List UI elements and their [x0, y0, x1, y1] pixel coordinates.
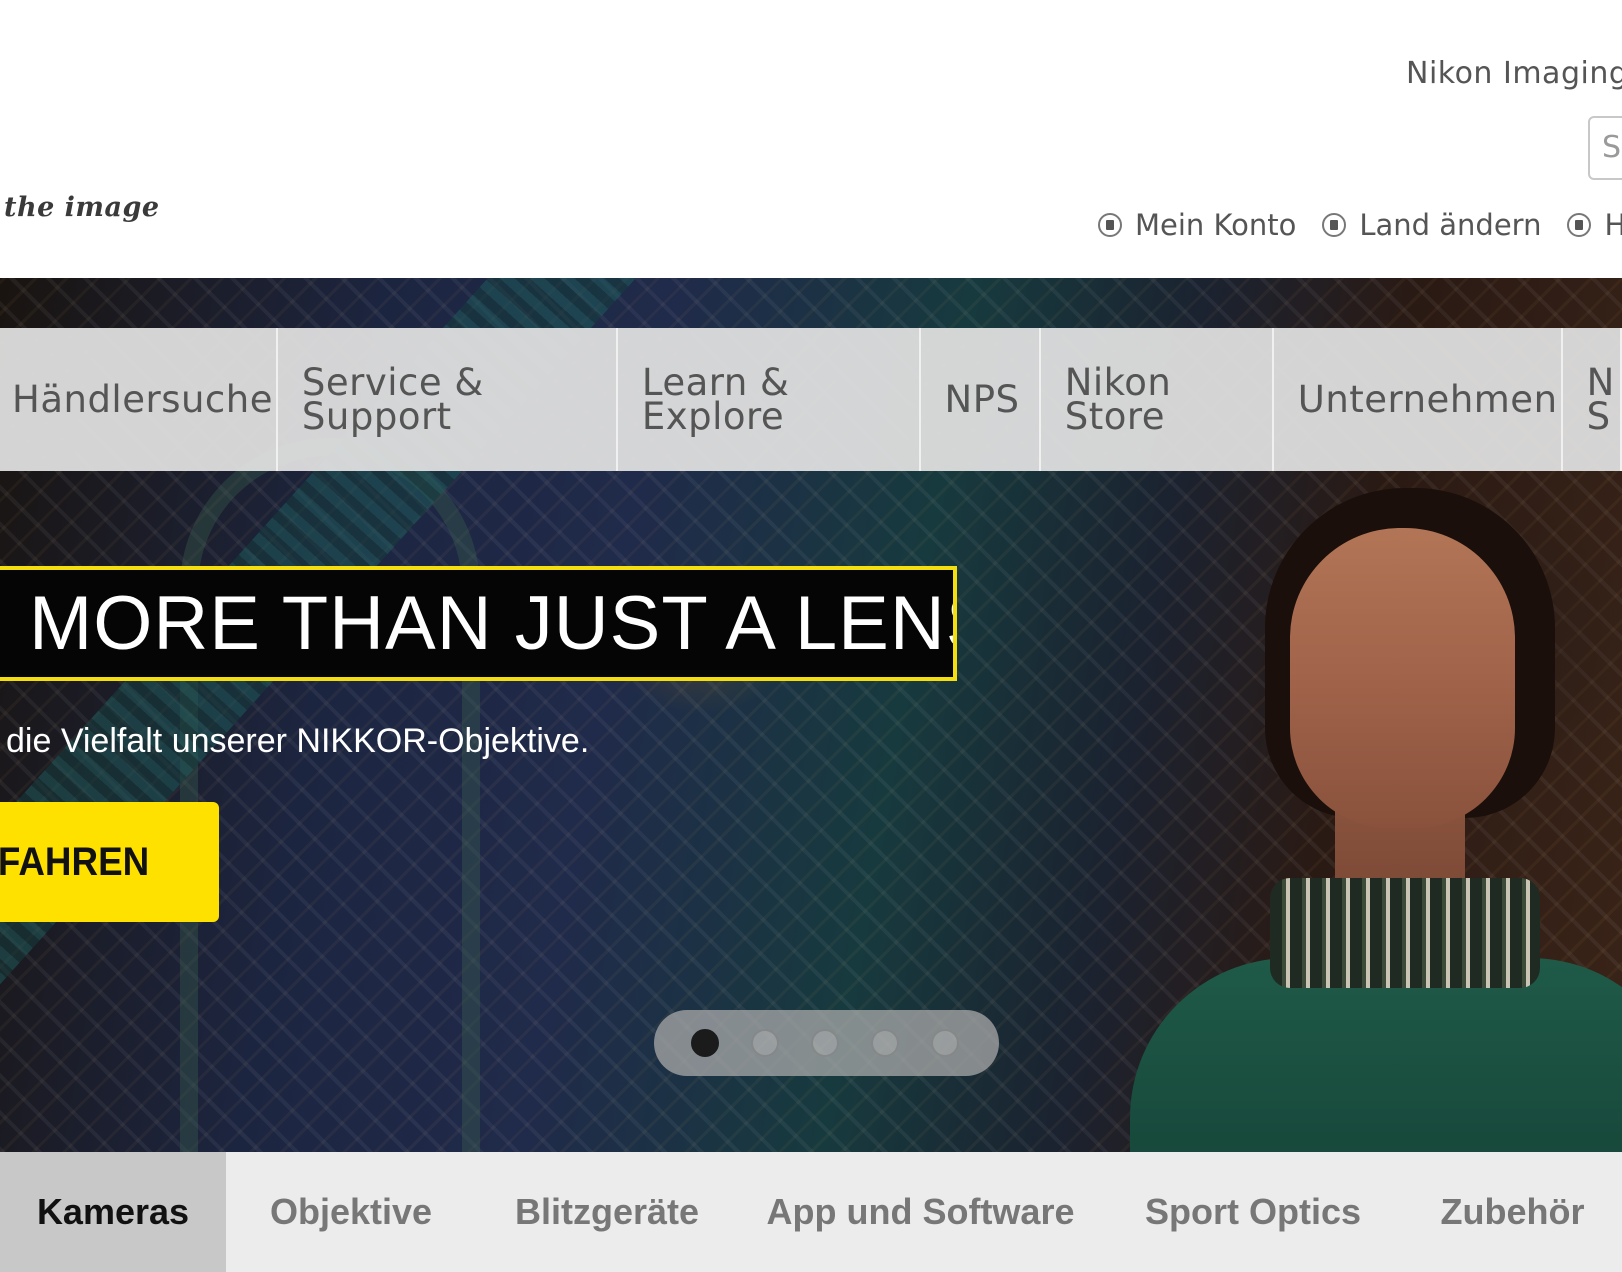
nav-item-service-support[interactable]: Service & Support — [278, 328, 618, 471]
nav-item-nikon-store[interactable]: Nikon Store — [1041, 328, 1274, 471]
site-header: the image Nikon Imaging Mein Konto Land … — [0, 0, 1622, 278]
tab-label: Objektive — [269, 1191, 433, 1232]
tab-objektive[interactable]: Objektive — [226, 1152, 476, 1272]
search-box[interactable] — [1588, 116, 1622, 180]
page: the image Nikon Imaging Mein Konto Land … — [0, 0, 1622, 1272]
tab-blitzgeraete[interactable]: Blitzgeräte — [476, 1152, 738, 1272]
carousel-dot[interactable] — [931, 1029, 959, 1057]
dealer-link[interactable]: Hä — [1567, 208, 1622, 242]
main-navigation: Händlersuche Service & Support Learn & E… — [0, 328, 1622, 471]
tab-app-software[interactable]: App und Software — [738, 1152, 1103, 1272]
nav-item-nps[interactable]: NPS — [921, 328, 1041, 471]
tab-label: Kameras — [36, 1191, 190, 1232]
nav-item-label: Service & Support — [301, 360, 484, 438]
nav-item-label: N S — [1586, 360, 1615, 438]
arrow-bullet-icon — [1098, 213, 1122, 237]
carousel-dot[interactable] — [751, 1029, 779, 1057]
carousel-dot[interactable] — [691, 1029, 719, 1057]
nav-item-label: NPS — [944, 377, 1020, 421]
hero-model-image — [1110, 488, 1622, 1152]
nav-item-more[interactable]: N S — [1563, 328, 1622, 471]
hero-headline: MORE THAN JUST A LENS — [29, 581, 957, 666]
logo-tagline[interactable]: the image — [4, 192, 160, 223]
site-name[interactable]: Nikon Imaging — [1406, 56, 1622, 91]
tab-sport-optics[interactable]: Sport Optics — [1103, 1152, 1403, 1272]
carousel-dot[interactable] — [811, 1029, 839, 1057]
nav-item-dealer-search[interactable]: Händlersuche — [0, 328, 278, 471]
util-link-label: Hä — [1604, 208, 1622, 242]
nav-item-label: Nikon Store — [1064, 360, 1172, 438]
tab-kameras[interactable]: Kameras — [0, 1152, 226, 1272]
hero-subline: die Vielfalt unserer NIKKOR-Objektive. — [6, 722, 590, 760]
nav-item-company[interactable]: Unternehmen — [1274, 328, 1563, 471]
util-link-label: Mein Konto — [1135, 208, 1297, 242]
utility-links: Mein Konto Land ändern Hä — [1098, 208, 1622, 242]
util-link-label: Land ändern — [1359, 208, 1542, 242]
my-account-link[interactable]: Mein Konto — [1098, 208, 1296, 242]
tab-zubehoer[interactable]: Zubehör — [1403, 1152, 1622, 1272]
search-input[interactable] — [1590, 118, 1622, 176]
carousel-indicator — [654, 1010, 999, 1076]
arrow-bullet-icon — [1322, 213, 1347, 237]
nav-item-label: Händlersuche — [12, 377, 273, 421]
tab-label: Blitzgeräte — [514, 1191, 700, 1232]
learn-more-button[interactable]: AFAHREN — [0, 802, 219, 922]
carousel-dot[interactable] — [871, 1029, 899, 1057]
category-tabs: Kameras Objektive Blitzgeräte App und So… — [0, 1152, 1622, 1272]
nav-item-label: Learn & Explore — [641, 360, 790, 438]
change-country-link[interactable]: Land ändern — [1322, 208, 1541, 242]
hero-headline-box: MORE THAN JUST A LENS — [0, 566, 957, 681]
nav-item-learn-explore[interactable]: Learn & Explore — [618, 328, 921, 471]
nav-item-label: Unternehmen — [1297, 377, 1558, 421]
arrow-bullet-icon — [1567, 213, 1592, 237]
tab-label: App und Software — [766, 1191, 1075, 1232]
tab-label: Sport Optics — [1144, 1191, 1362, 1232]
tab-label: Zubehör — [1440, 1191, 1585, 1232]
cta-label: AFAHREN — [0, 839, 149, 884]
